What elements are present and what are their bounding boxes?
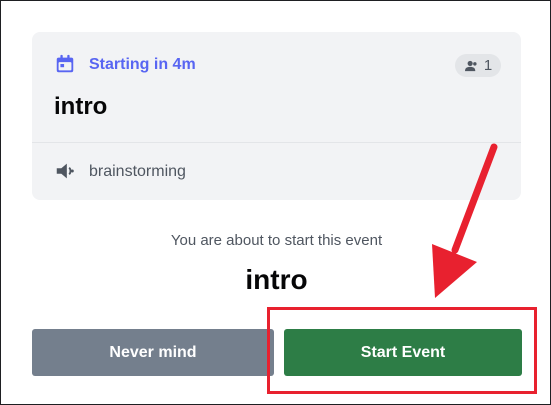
event-title: intro: [54, 93, 108, 120]
never-mind-button[interactable]: Never mind: [32, 329, 274, 376]
person-icon: [464, 60, 477, 71]
start-event-modal: Starting in 4m 1 intro brainstorming You…: [0, 0, 551, 405]
interested-count-badge[interactable]: 1: [455, 54, 501, 77]
stage-channel-icon: [56, 163, 74, 179]
event-card: Starting in 4m 1 intro brainstorming: [32, 32, 521, 200]
event-card-header: Starting in 4m 1 intro: [32, 32, 521, 141]
event-channel-name: brainstorming: [89, 163, 186, 180]
confirm-event-name: intro: [245, 264, 308, 295]
start-event-button[interactable]: Start Event: [284, 329, 522, 376]
interested-count: 1: [483, 57, 493, 74]
card-divider: [32, 142, 521, 143]
event-start-status: Starting in 4m: [89, 56, 196, 73]
calendar-icon: [56, 54, 74, 73]
confirm-prompt: You are about to start this event: [170, 232, 383, 249]
